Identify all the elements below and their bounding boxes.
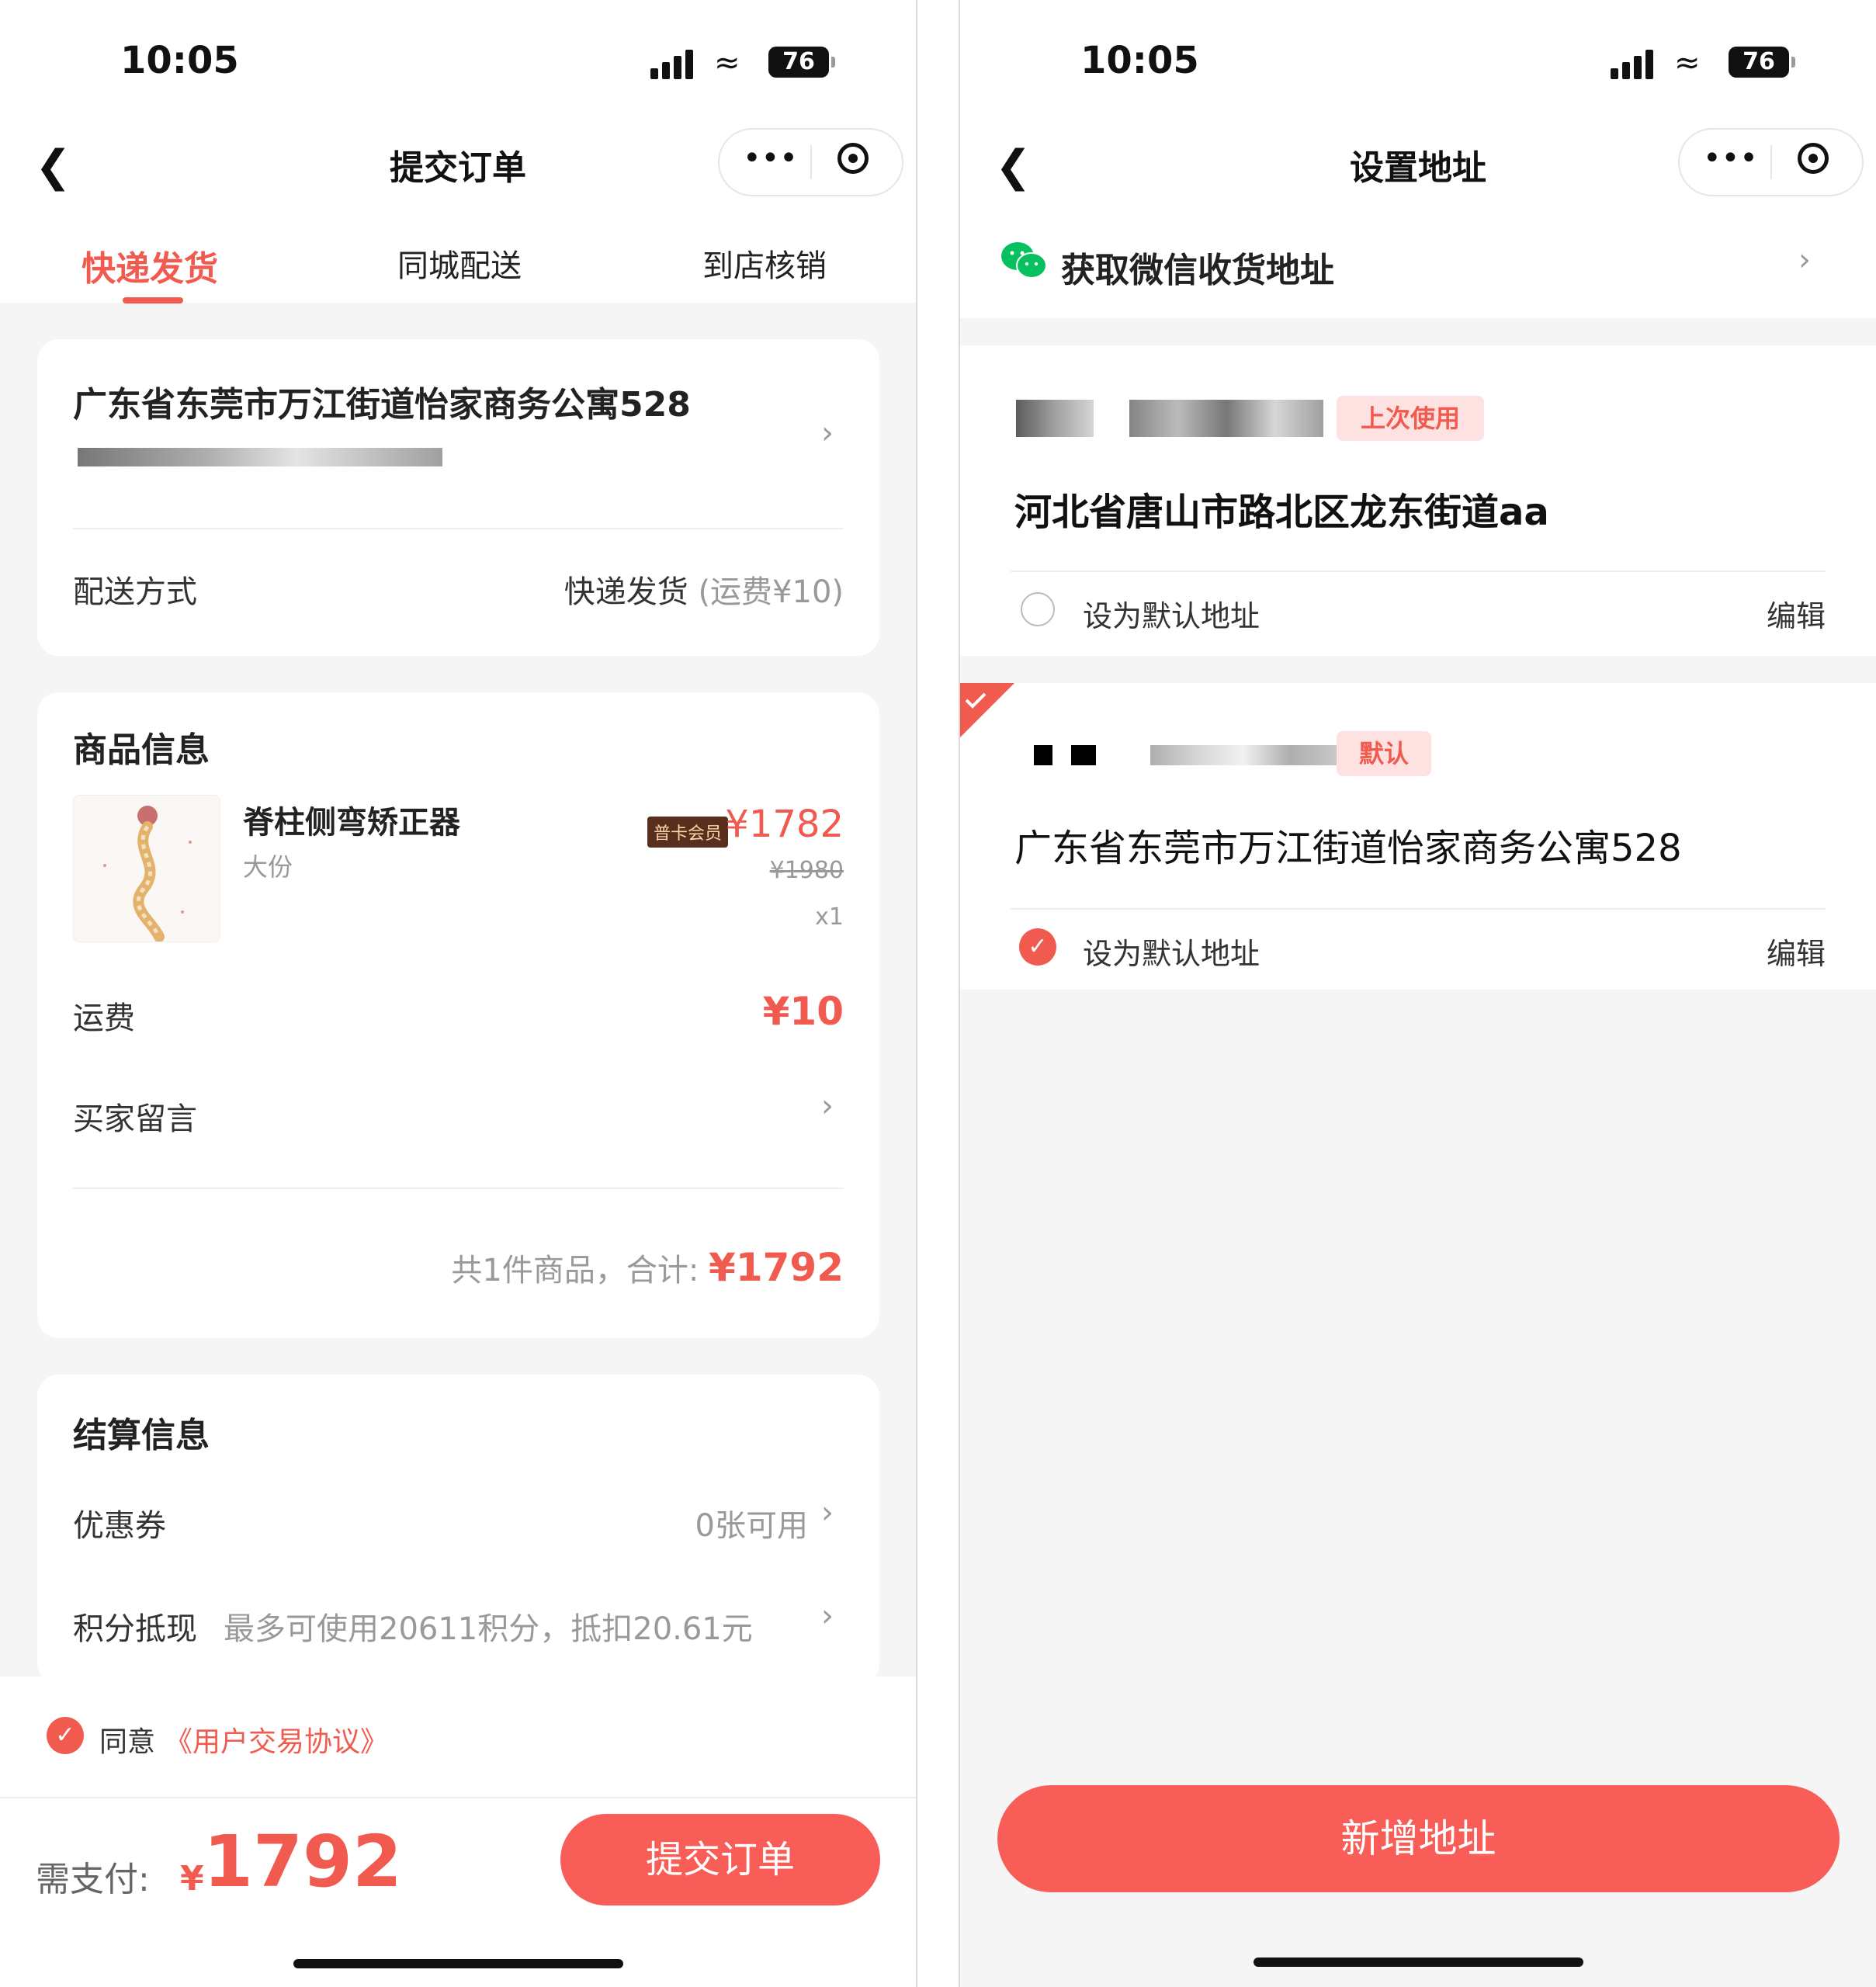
address-line: 广东省东莞市万江街道怡家商务公寓528 [73,385,691,425]
contact-phone-redacted [1150,745,1337,765]
signal-icon [650,48,697,79]
tab-express[interactable]: 快递发货 [81,241,218,290]
close-target-icon[interactable] [837,143,869,174]
home-indicator [1254,1958,1583,1967]
product-spec: 大份 [243,852,293,882]
tab-store-pickup[interactable]: 到店核销 [702,241,827,286]
default-tag: 默认 [1337,731,1431,776]
product-card: 商品信息 脊柱侧弯矫正器 大份 普卡会员 ¥1782 ¥1980 x1 运费 ¥… [37,692,879,1338]
submit-order-button[interactable]: 提交订单 [560,1814,880,1906]
agreement-bar: ✓ 同意 《用户交易协议》 [0,1677,916,1797]
agree-check-icon[interactable]: ✓ [47,1717,84,1754]
checkout-footer: 需支付: ¥ 1792 提交订单 [0,1797,916,1987]
product-section-title: 商品信息 [73,730,210,770]
delivery-fee: (运费¥10) [698,574,844,610]
set-default-label[interactable]: 设为默认地址 [1083,930,1260,973]
spine-illustration [103,806,192,941]
address-line: 广东省东莞市万江街道怡家商务公寓528 [1014,827,1682,870]
add-address-button[interactable]: 新增地址 [997,1785,1840,1892]
wifi-icon: ≈ [714,45,740,81]
points-label: 积分抵现 [73,1611,197,1647]
more-icon[interactable]: ••• [1703,140,1758,176]
tab-local-delivery[interactable]: 同城配送 [397,241,522,286]
contact-phone-redacted [1129,400,1323,437]
last-used-tag: 上次使用 [1337,396,1484,441]
battery-icon: 76 [768,47,835,78]
contact-name-redacted [1034,745,1096,765]
nav-bar: ❮ 设置地址 ••• [960,124,1876,202]
product-image[interactable] [73,795,220,942]
delivery-tabs: 快递发货 同城配送 到店核销 [0,233,916,303]
divider [73,528,844,529]
points-value[interactable]: 最多可使用20611积分，抵扣20.61元 [224,1604,753,1649]
address-screen: 10:05 ≈ 76 ❮ 设置地址 ••• 获取微信收货地址 › 上次使用 河北… [959,0,1876,1987]
product-price: ¥1782 [725,803,844,846]
order-screen: 10:05 ≈ 76 ❮ 提交订单 ••• 快递发货 同城配送 到店核销 广东省… [0,0,917,1987]
product-name: 脊柱侧弯矫正器 [243,805,460,841]
wechat-address-row[interactable]: 获取微信收货地址 › [960,225,1876,318]
selected-corner-check-icon [960,683,1014,737]
delivery-method-text: 快递发货 [563,574,688,610]
divider [1011,570,1826,572]
edit-address-button[interactable]: 编辑 [1767,592,1826,635]
home-indicator [293,1959,623,1968]
address-item[interactable]: 上次使用 河北省唐山市路北区龙东街道aa 设为默认地址 编辑 [960,345,1876,656]
status-time: 10:05 [1080,39,1199,82]
close-target-icon[interactable] [1798,143,1829,174]
chevron-right-icon[interactable]: › [821,1495,834,1531]
divider [1011,908,1826,910]
mini-program-capsule: ••• [718,128,903,196]
default-radio-checked-icon[interactable]: ✓ [1019,928,1056,966]
default-radio-unchecked[interactable] [1021,592,1055,626]
settlement-card: 结算信息 优惠券 0张可用 › 积分抵现 最多可使用20611积分，抵扣20.6… [37,1375,879,1685]
pay-amount: 1792 [203,1820,403,1903]
chevron-right-icon: › [1798,242,1811,278]
nav-bar: ❮ 提交订单 ••• [0,124,916,202]
divider [73,1188,844,1189]
pay-currency: ¥ [180,1859,204,1899]
wechat-icon [1001,242,1047,279]
wifi-icon: ≈ [1674,45,1701,81]
buyer-note-label[interactable]: 买家留言 [73,1094,197,1139]
status-time: 10:05 [120,39,239,82]
summary-total: ¥1792 [709,1245,844,1290]
signal-icon [1611,48,1657,79]
edit-address-button[interactable]: 编辑 [1767,930,1826,973]
chevron-right-icon: › [821,415,834,451]
tab-indicator [123,297,183,303]
chevron-right-icon[interactable]: › [821,1598,834,1634]
coupon-value[interactable]: 0张可用 [695,1500,808,1545]
contact-name-redacted [1016,400,1094,437]
address-card[interactable]: 广东省东莞市万江街道怡家商务公寓528 › 配送方式 快递发货 (运费¥10) [37,339,879,656]
summary-prefix: 共1件商品，合计: [451,1253,699,1288]
contact-redacted [78,448,442,466]
set-default-label[interactable]: 设为默认地址 [1083,592,1260,635]
shipping-label: 运费 [73,1000,135,1036]
shipping-value: ¥10 [762,989,844,1034]
address-item-selected[interactable]: 默认 广东省东莞市万江街道怡家商务公寓528 ✓ 设为默认地址 编辑 [960,683,1876,990]
capsule-divider [1770,145,1772,179]
capsule-divider [810,145,812,179]
coupon-label[interactable]: 优惠券 [73,1500,166,1545]
agree-text: 同意 [99,1726,156,1758]
settlement-title: 结算信息 [73,1416,210,1455]
product-qty: x1 [815,903,844,931]
more-icon[interactable]: ••• [743,140,798,176]
address-line: 河北省唐山市路北区龙东街道aa [1014,491,1549,534]
chevron-right-icon[interactable]: › [821,1088,834,1124]
battery-icon: 76 [1729,47,1795,78]
mini-program-capsule: ••• [1678,128,1864,196]
pay-label: 需支付: [36,1860,150,1899]
wechat-address-label: 获取微信收货地址 [1061,251,1334,290]
delivery-method-value: 快递发货 (运费¥10) [564,567,844,612]
order-summary: 共1件商品，合计: ¥1792 [451,1245,844,1290]
original-price: ¥1980 [769,857,844,884]
delivery-method-label: 配送方式 [73,574,197,610]
member-badge: 普卡会员 [647,817,729,848]
agreement-link[interactable]: 《用户交易协议》 [165,1719,388,1760]
